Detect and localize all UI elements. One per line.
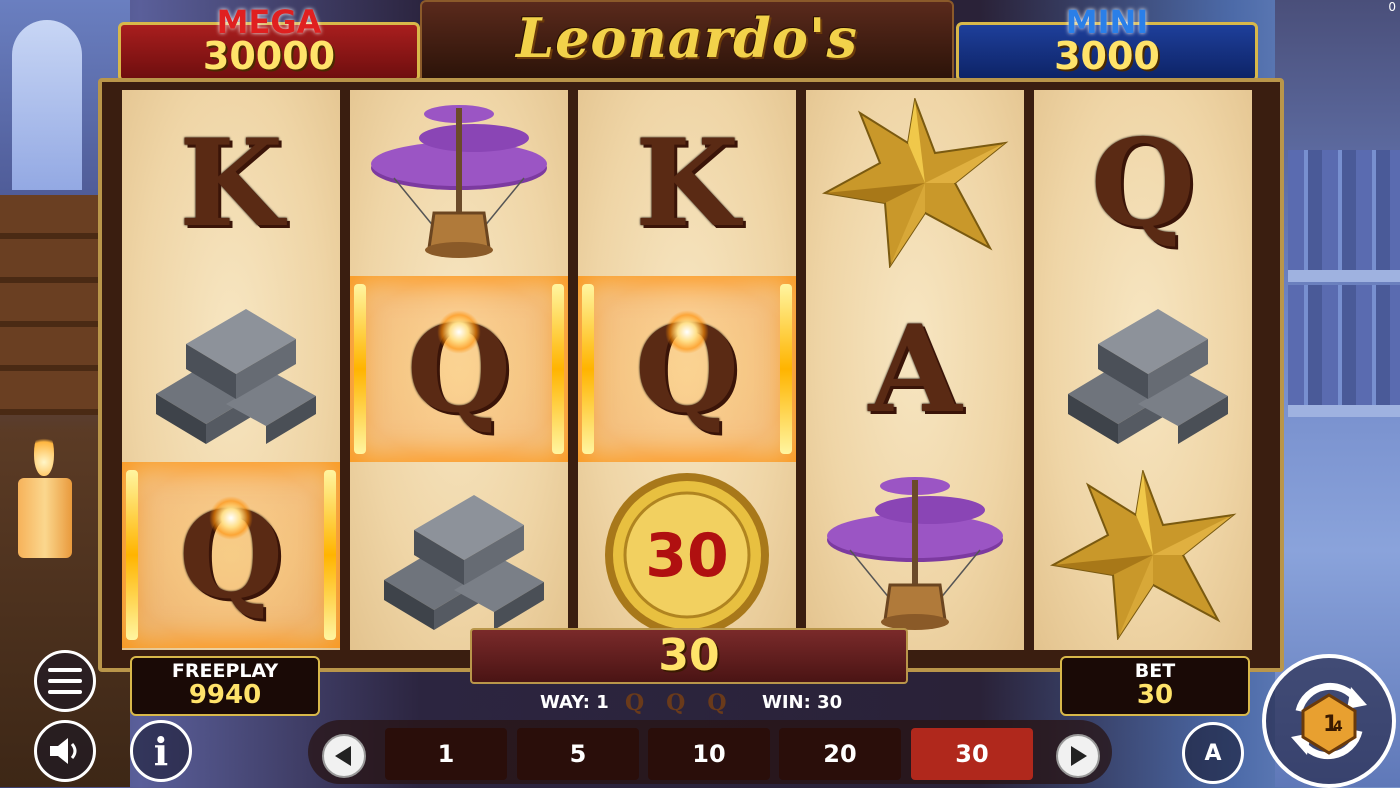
spin-icon: 1 4	[1291, 682, 1367, 760]
menu-icon	[48, 668, 82, 694]
arrow-right-icon	[1071, 746, 1087, 766]
info-button[interactable]: i	[130, 720, 192, 782]
autoplay-icon: A	[1204, 740, 1222, 766]
sound-icon	[50, 738, 77, 764]
symbol-q: Q	[1090, 112, 1196, 254]
silver-bars-icon	[1068, 309, 1228, 444]
shelf-board	[1288, 270, 1400, 282]
silver-bars-icon	[156, 309, 316, 444]
reel-cell: Q	[1034, 90, 1252, 276]
reel: K Q	[122, 90, 340, 650]
flying-machine-icon	[371, 105, 547, 258]
arrow-left-icon	[335, 746, 351, 766]
bet-option[interactable]: 1	[385, 728, 507, 780]
reel-cell: 30	[578, 462, 796, 648]
bet-label: BET	[1134, 660, 1176, 682]
reel-cell	[350, 462, 568, 648]
game-logo: Leonardo's Secret	[420, 0, 954, 134]
reel: A	[806, 90, 1024, 650]
bet-option[interactable]: 5	[517, 728, 639, 780]
bet-increase-button[interactable]	[1056, 734, 1100, 778]
reel-cell: Q	[350, 276, 568, 462]
coin-value: 30	[645, 521, 729, 591]
mini-jackpot: MINI 3000	[956, 3, 1258, 82]
way-label: WAY: 1	[540, 692, 609, 713]
reel-cell	[806, 90, 1024, 276]
win-amount: 30	[470, 628, 908, 684]
reel-cell	[1034, 462, 1252, 648]
sparkle-effect	[437, 310, 481, 354]
reel-cell: A	[806, 276, 1024, 462]
bookshelf	[1288, 150, 1400, 270]
sparkle-effect	[209, 496, 253, 540]
symbol-a: A	[868, 298, 962, 440]
mega-value: 30000	[202, 34, 336, 78]
svg-text:4: 4	[1333, 719, 1343, 735]
reel-cell: K	[122, 90, 340, 276]
bet-value: 30	[1136, 680, 1174, 710]
way-symbols: QQQ	[625, 690, 749, 716]
silver-bars-icon	[384, 495, 544, 630]
bet-option[interactable]: 20	[779, 728, 901, 780]
mega-jackpot: MEGA 30000	[118, 3, 420, 82]
bet-option[interactable]: 10	[648, 728, 770, 780]
reel-cell: K	[578, 90, 796, 276]
mini-value: 3000	[1054, 34, 1160, 78]
bet-box: BET 30	[1060, 656, 1250, 716]
reel-cell: Q	[122, 462, 340, 648]
freeplay-value: 9940	[188, 680, 262, 710]
info-icon: i	[153, 728, 169, 774]
symbol-k: K	[634, 112, 740, 254]
freeplay-box: FREEPLAY 9940	[130, 656, 320, 716]
corner-counter: 0	[1388, 0, 1396, 14]
way-info: WAY: 1 QQQ WIN: 30	[470, 690, 904, 716]
reel: KQ 30	[578, 90, 796, 650]
reel-cell	[122, 276, 340, 462]
candle	[18, 478, 72, 558]
freeplay-label: FREEPLAY	[171, 660, 279, 682]
window-decoration	[12, 20, 82, 190]
books-decoration	[0, 195, 110, 415]
gold-star-icon	[821, 98, 1009, 268]
reel: Q	[350, 90, 568, 650]
coin-icon: 30	[605, 473, 769, 637]
win-label: WIN: 30	[762, 692, 843, 713]
bet-option[interactable]: 30	[911, 728, 1033, 780]
reel: Q	[1034, 90, 1252, 650]
reel-cell	[1034, 276, 1252, 462]
flying-machine-icon	[827, 477, 1003, 630]
bet-decrease-button[interactable]	[322, 734, 366, 778]
candle-flame	[34, 430, 54, 476]
reel-cell: Q	[578, 276, 796, 462]
autoplay-button[interactable]: A	[1182, 722, 1244, 784]
sound-button[interactable]	[34, 720, 96, 782]
gold-star-icon	[1049, 470, 1237, 640]
symbol-k: K	[178, 112, 284, 254]
sparkle-effect	[665, 310, 709, 354]
bookshelf	[1288, 285, 1400, 405]
spin-button[interactable]: 1 4	[1262, 654, 1396, 788]
reel-cell	[806, 462, 1024, 648]
menu-button[interactable]	[34, 650, 96, 712]
shelf-board	[1288, 405, 1400, 417]
reel-cell	[350, 90, 568, 276]
